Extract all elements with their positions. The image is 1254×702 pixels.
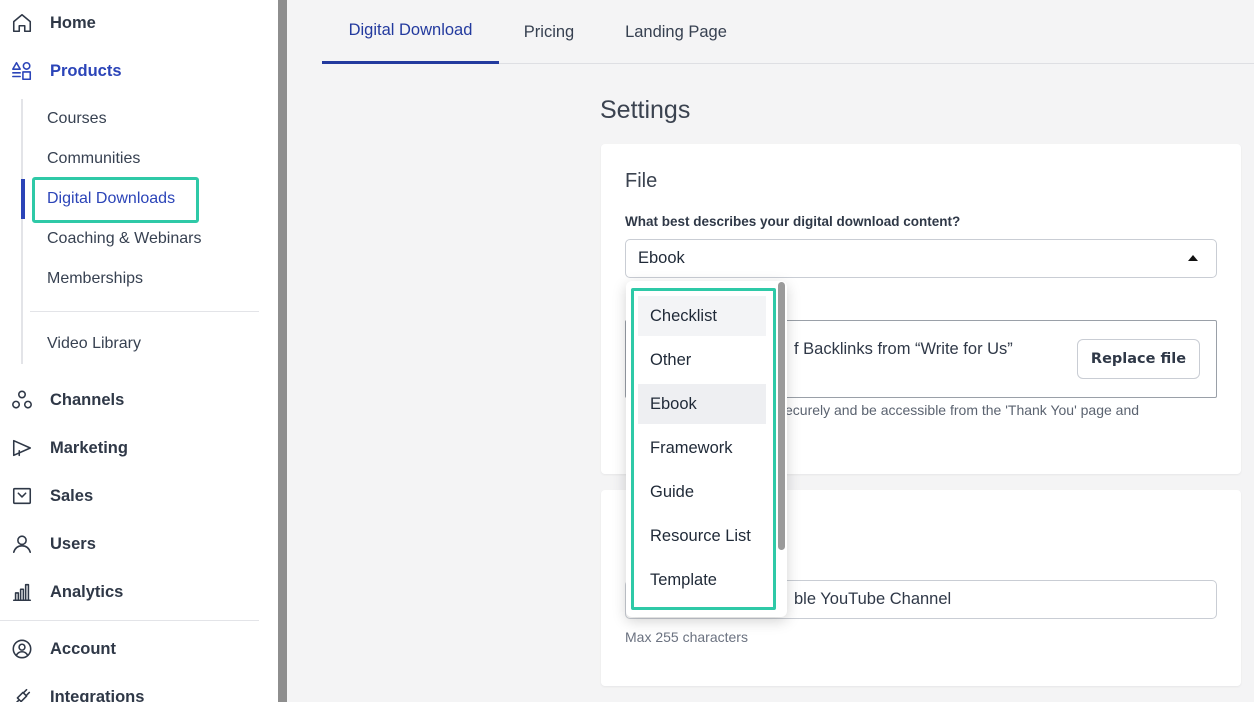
nav-users-label: Users [50,534,96,553]
nav-account[interactable]: Account [0,629,116,669]
nav-channels[interactable]: Channels [0,380,124,420]
sidebar-scrollbar[interactable] [278,0,287,702]
content-type-value: Ebook [638,249,685,267]
content-type-label: What best describes your digital downloa… [625,214,961,229]
plug-icon [10,685,34,702]
nav-analytics[interactable]: Analytics [0,572,123,612]
annotation-highlight-dropdown [631,288,776,610]
content-type-select[interactable]: Ebook [625,239,1217,278]
subnav-tree-line [21,99,23,364]
title-input-value: ble YouTube Channel [794,590,952,608]
nav-account-label: Account [50,639,116,658]
sidebar-divider [0,620,259,621]
tab-landing-page[interactable]: Landing Page [612,0,740,64]
replace-file-button[interactable]: Replace file [1077,339,1200,379]
sidebar-item-courses[interactable]: Courses [47,99,107,139]
nav-marketing-label: Marketing [50,438,128,457]
nav-products[interactable]: Products [0,51,122,91]
tab-pricing[interactable]: Pricing [509,0,589,64]
caret-up-icon [1188,255,1198,261]
nav-marketing[interactable]: Marketing [0,428,128,468]
file-help-text: ecurely and be accessible from the 'Than… [785,402,1140,418]
tab-digital-download[interactable]: Digital Download [322,0,499,64]
user-icon [10,532,34,556]
sidebar-item-communities[interactable]: Communities [47,139,140,179]
nav-home-label: Home [50,13,96,32]
tab-bar: Digital Download Pricing Landing Page [322,0,1254,64]
sales-icon [10,484,34,508]
subnav-active-indicator [21,179,25,219]
sidebar-item-video-library[interactable]: Video Library [47,324,141,364]
home-icon [10,11,34,35]
nav-integrations[interactable]: Integrations [0,677,144,702]
nav-sales-label: Sales [50,486,94,505]
nav-channels-label: Channels [50,390,125,409]
account-icon [10,637,34,661]
nav-analytics-label: Analytics [50,582,124,601]
sidebar-item-coaching-webinars[interactable]: Coaching & Webinars [47,219,201,259]
settings-heading: Settings [600,96,691,124]
channels-icon [10,388,34,412]
file-card-title: File [625,170,658,192]
shapes-icon [10,59,34,83]
subnav-divider [30,311,259,312]
nav-sales[interactable]: Sales [0,476,93,516]
nav-users[interactable]: Users [0,524,96,564]
file-name: f Backlinks from “Write for Us” [794,340,1013,358]
sidebar-item-memberships[interactable]: Memberships [47,259,143,299]
bar-chart-icon [10,580,34,604]
nav-products-label: Products [50,61,122,80]
sidebar: Home Products Courses Communities Digita… [0,0,278,702]
dropdown-scrollbar[interactable] [778,282,785,550]
nav-home[interactable]: Home [0,3,96,43]
annotation-highlight-digital-downloads [32,177,199,223]
megaphone-icon [10,436,34,460]
max-chars-hint: Max 255 characters [625,629,748,645]
nav-integrations-label: Integrations [50,687,145,702]
